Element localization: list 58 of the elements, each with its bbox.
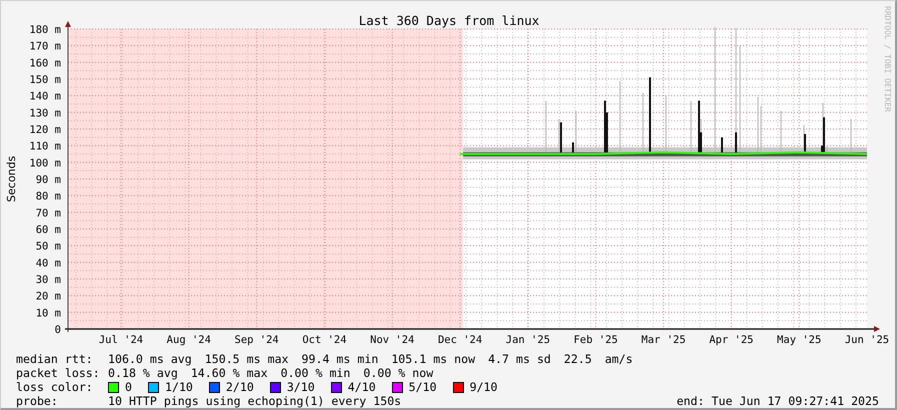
probe-description: 10 HTTP pings using echoping(1) every 150s (108, 394, 402, 408)
axis-tick-label: 30 m (36, 274, 61, 286)
legend-item-label: 5/10 (408, 380, 437, 394)
credit-text: RRDTOOL / TOBI OETIKER (883, 6, 892, 112)
stat-value: 22.5 (564, 352, 592, 366)
axis-tick-label: 140 m (29, 90, 61, 103)
axis-tick-label: Aug '24 (166, 334, 211, 346)
legend-item-label: 2/10 (226, 380, 254, 394)
axis-tick-label: Oct '24 (302, 334, 347, 346)
stat-value: 4.7 ms sd (488, 352, 551, 366)
legend-item-label: 9/10 (470, 380, 498, 394)
stat-value: 99.4 ms min (302, 352, 378, 366)
axis-tick-label: 110 m (29, 140, 61, 153)
axis-tick-label: 0 (54, 324, 61, 336)
axis-tick-label: 180 m (29, 24, 61, 36)
axis-tick-label: Jul '24 (98, 334, 144, 346)
stat-value: 105.1 ms now (391, 352, 476, 366)
axis-tick-label: 40 m (36, 257, 61, 270)
axis-tick-label: Mar '25 (641, 334, 686, 346)
legend-label: median rtt: (16, 352, 94, 366)
legend-label: loss color: (16, 380, 94, 394)
stat-value: 0.18 % avg (108, 366, 178, 380)
axis-tick-label: 130 m (29, 107, 61, 120)
legend-label: packet loss: (16, 366, 101, 380)
axis-tick-label: 100 m (29, 157, 61, 170)
axis-tick-label: Apr '25 (709, 334, 754, 346)
axis-tick-label: Sep '24 (234, 334, 279, 346)
axis-tick-label: Dec '24 (438, 334, 482, 346)
axis-tick-label: 170 m (29, 40, 61, 53)
stat-value: 14.60 % max (190, 366, 268, 380)
stat-value: 0.00 % min (280, 366, 350, 380)
legend-label: probe: (16, 394, 59, 408)
axis-tick-label: 90 m (36, 174, 61, 186)
axis-tick-label: 10 m (36, 307, 61, 320)
axis-tick-label: 60 m (36, 224, 61, 236)
end-timestamp: end: Tue Jun 17 09:27:41 2025 (676, 394, 879, 408)
legend-item-label: 0 (125, 380, 132, 394)
axis-tick-label: Feb '25 (574, 334, 618, 346)
axis-tick-label: 150 m (29, 74, 61, 86)
legend-item-label: 1/10 (164, 380, 193, 394)
axis-tick-label: 120 m (29, 124, 61, 136)
chart-title: Last 360 Days from linux (358, 13, 540, 28)
stat-value: 106.0 ms avg (108, 352, 192, 366)
axis-tick-label: 160 m (29, 57, 61, 70)
axis-tick-label: 70 m (36, 207, 61, 220)
axis-title: Seconds (5, 156, 18, 202)
axis-tick-label: Jan '25 (506, 334, 550, 346)
legend-item-label: 3/10 (286, 380, 315, 394)
axis-tick-label: Jun '25 (844, 334, 890, 346)
stat-value: 0.00 % now (363, 366, 434, 380)
stat-value: am/s (604, 352, 633, 366)
axis-tick-label: May '25 (777, 334, 822, 346)
axis-tick-label: Nov '24 (370, 334, 414, 346)
axis-tick-label: 20 m (36, 290, 61, 303)
axis-tick-label: 80 m (36, 190, 61, 203)
stat-value: 150.5 ms max (204, 352, 289, 366)
legend-item-label: 4/10 (348, 380, 376, 394)
axis-tick-label: 50 m (36, 240, 61, 253)
